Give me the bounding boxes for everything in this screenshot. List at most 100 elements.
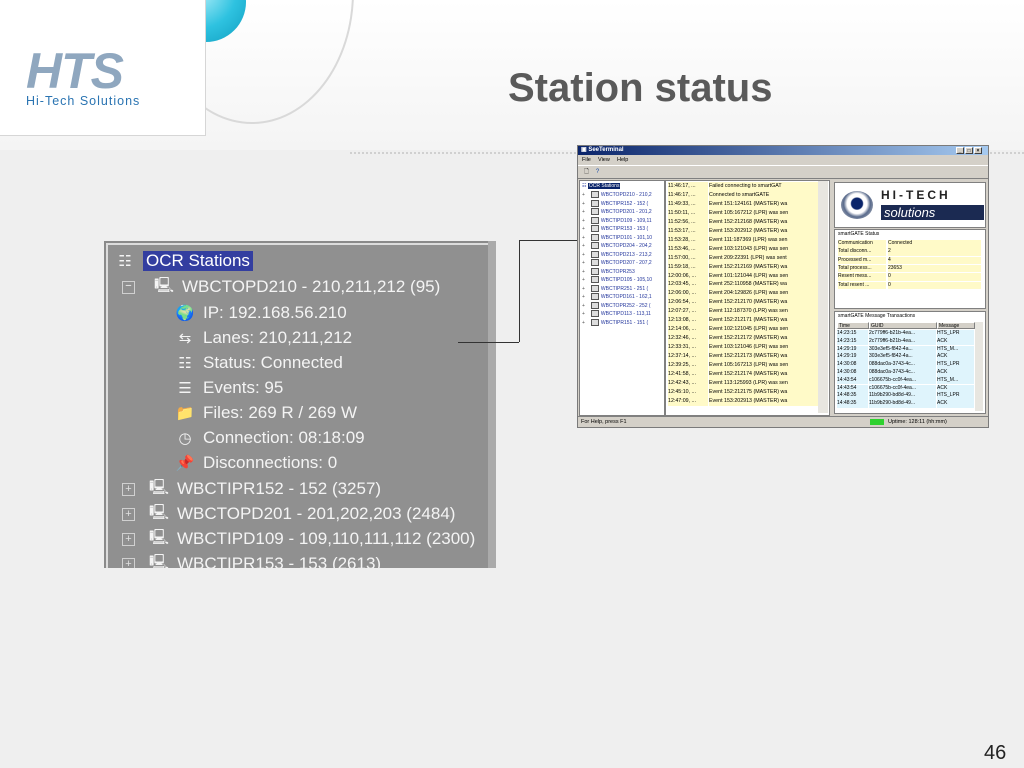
expand-icon[interactable]: + bbox=[122, 483, 135, 496]
menu-help[interactable]: Help bbox=[617, 156, 628, 164]
column-header-message[interactable]: Message bbox=[937, 322, 975, 329]
log-row[interactable]: 12:00:06, ... Event 101:121044 (LPR) was … bbox=[666, 271, 818, 281]
computer-icon: 🖳 bbox=[148, 503, 169, 521]
tree-station-mini[interactable]: + WBCTOPD207 - 207,2 bbox=[582, 259, 652, 268]
minimize-button[interactable]: _ bbox=[956, 147, 964, 154]
tree-station[interactable]: 🖳 WBCTIPD109 - 109,110,111,112 (2300) bbox=[148, 527, 475, 551]
tree-station[interactable]: 🖳 WBCTIPR152 - 152 (3257) bbox=[148, 477, 381, 501]
tree-station-expanded[interactable]: − 🖳 WBCTOPD210 - 210,211,212 (95) bbox=[122, 275, 440, 299]
brand-logo: HI-TECH solutions bbox=[834, 182, 986, 228]
station-detail-row[interactable]: ⇆ Lanes: 210,211,212 bbox=[174, 326, 352, 350]
expand-icon[interactable]: + bbox=[582, 320, 585, 326]
tree-station-mini[interactable]: + WBCTOPD213 - 213,2 bbox=[582, 250, 652, 260]
tree-station-mini[interactable]: + WBCTOPR253 bbox=[582, 267, 635, 277]
transactions-section-title: smartGATE Message Transactions bbox=[838, 313, 916, 319]
expand-icon[interactable]: + bbox=[582, 286, 585, 292]
expand-icon[interactable]: + bbox=[582, 201, 585, 207]
log-row[interactable]: 11:53:46, ... Event 103:121043 (LPR) was … bbox=[666, 244, 818, 254]
log-row[interactable]: 12:32:46, ... Event 152:212172 (MASTER) w… bbox=[666, 334, 818, 344]
log-row[interactable]: 12:06:54, ... Event 152:212170 (MASTER) w… bbox=[666, 298, 818, 308]
log-row[interactable]: 11:57:00, ... Event 209:22391 (LPR) was s… bbox=[666, 253, 818, 263]
help-icon[interactable]: ? bbox=[593, 168, 602, 176]
expand-icon[interactable]: + bbox=[582, 235, 585, 241]
log-row[interactable]: 12:03:45, ... Event 252:110958 (MASTER) w… bbox=[666, 280, 818, 290]
log-row[interactable]: 11:49:33, ... Event 151:124161 (MASTER) w… bbox=[666, 199, 818, 209]
expand-icon[interactable]: + bbox=[582, 303, 585, 309]
log-row[interactable]: 12:47:09, ... Event 153:202913 (MASTER) w… bbox=[666, 396, 818, 406]
column-header-guid[interactable]: GUID bbox=[869, 322, 937, 329]
log-row[interactable]: 12:06:00, ... Event 204:129826 (LPR) was … bbox=[666, 289, 818, 299]
computer-icon bbox=[590, 233, 599, 241]
tree-station-mini[interactable]: + WBCTOPD210 - 210,2 bbox=[582, 191, 652, 200]
collapse-icon[interactable]: − bbox=[122, 280, 135, 294]
maximize-button[interactable]: □ bbox=[965, 147, 973, 154]
log-row[interactable]: 11:59:18, ... Event 152:212169 (MASTER) w… bbox=[666, 262, 818, 272]
transactions-scrollbar[interactable] bbox=[975, 322, 983, 411]
station-detail-row[interactable]: ☰ Events: 95 bbox=[174, 376, 283, 400]
tree-station-mini[interactable]: + WBCTIPD113 - 113,11 bbox=[582, 310, 651, 319]
log-row[interactable]: 11:53:17, ... Event 153:202912 (MASTER) w… bbox=[666, 226, 818, 236]
window-titlebar[interactable]: ▣ SeeTerminal _ □ × bbox=[578, 146, 988, 155]
log-row[interactable]: 12:39:25, ... Event 105:167213 (LPR) was … bbox=[666, 361, 818, 370]
log-row[interactable]: 12:33:31, ... Event 103:121046 (LPR) was … bbox=[666, 343, 818, 353]
close-button[interactable]: × bbox=[974, 147, 982, 154]
expand-icon[interactable]: + bbox=[582, 252, 585, 258]
station-detail-row[interactable]: 📁 Files: 269 R / 269 W bbox=[174, 401, 357, 425]
expand-icon[interactable]: + bbox=[582, 226, 585, 232]
expand-icon[interactable]: + bbox=[582, 209, 585, 215]
tree-station-mini[interactable]: + WBCTIPR153 - 153 ( bbox=[582, 225, 648, 234]
tree-station-mini[interactable]: + WBCTIPD101 - 101,10 bbox=[582, 233, 652, 243]
menu-file[interactable]: File bbox=[582, 156, 591, 164]
log-row[interactable]: 12:42:43, ... Event 113:125993 (LPR) was … bbox=[666, 378, 818, 388]
expand-icon[interactable]: + bbox=[122, 558, 135, 568]
log-row[interactable]: 11:46:17, ... Connected to smartGATE bbox=[666, 190, 818, 200]
log-row[interactable]: 12:37:14, ... Event 152:212173 (MASTER) w… bbox=[666, 352, 818, 361]
tree-station-mini[interactable]: + WBCTOPR252 - 252 ( bbox=[582, 301, 651, 311]
expand-icon[interactable]: + bbox=[122, 508, 135, 521]
status-value: 2 bbox=[888, 248, 981, 256]
log-row[interactable]: 12:13:08, ... Event 152:212171 (MASTER) w… bbox=[666, 316, 818, 326]
tree-station-mini[interactable]: + WBCTIPR251 - 251 ( bbox=[582, 284, 648, 294]
station-detail-row[interactable]: ☷ Status: Connected bbox=[174, 351, 343, 375]
log-row[interactable]: 11:52:56, ... Event 152:212168 (MASTER) w… bbox=[666, 217, 818, 227]
expand-icon[interactable]: + bbox=[582, 269, 585, 275]
column-header-time[interactable]: Time bbox=[837, 322, 869, 329]
expand-icon[interactable]: + bbox=[582, 277, 585, 283]
log-time: 12:45:10, ... bbox=[668, 387, 708, 397]
station-detail-row[interactable]: 🌍 IP: 192.168.56.210 bbox=[174, 301, 347, 325]
station-detail-text: Connection: 08:18:09 bbox=[203, 428, 365, 447]
log-row[interactable]: 11:50:11, ... Event 105:167212 (LPR) was … bbox=[666, 208, 818, 218]
tree-root-mini[interactable]: ☷ OCR Stations bbox=[582, 182, 621, 191]
tree-station-mini[interactable]: + WBCTOPD201 - 201,2 bbox=[582, 208, 652, 217]
expand-icon[interactable]: + bbox=[582, 294, 585, 300]
expand-icon[interactable]: + bbox=[582, 192, 585, 198]
tree-station-mini[interactable]: + WBCTIPD109 - 109,11 bbox=[582, 216, 652, 226]
tree-station-mini[interactable]: + WBCTOPD204 - 204,2 bbox=[582, 242, 652, 251]
tree-station-mini[interactable]: + WBCTIPD105 - 105,10 bbox=[582, 276, 652, 285]
tree-station-mini[interactable]: + WBCTIPR151 - 151 ( bbox=[582, 318, 648, 328]
log-scrollbar[interactable] bbox=[818, 181, 828, 413]
tree-station-mini[interactable]: + WBCTIPR152 - 152 ( bbox=[582, 199, 648, 209]
expand-icon[interactable]: + bbox=[122, 533, 135, 546]
log-row[interactable]: 11:53:28, ... Event 111:187369 (LPR) was … bbox=[666, 235, 818, 245]
log-time: 12:00:06, ... bbox=[668, 271, 708, 281]
transaction-message: ACK bbox=[937, 337, 974, 346]
tree-station-mini[interactable]: + WBCTOPD161 - 162,1 bbox=[582, 293, 652, 302]
station-detail-row[interactable]: 📌 Disconnections: 0 bbox=[174, 451, 338, 475]
tree-root[interactable]: ☷ OCR Stations bbox=[114, 249, 253, 273]
new-document-icon[interactable]: 🗋 bbox=[582, 168, 591, 176]
expand-icon[interactable]: + bbox=[582, 243, 585, 249]
expand-icon[interactable]: + bbox=[582, 218, 585, 224]
expand-icon[interactable]: + bbox=[582, 311, 585, 317]
tree-scrollbar[interactable] bbox=[488, 241, 496, 568]
log-row[interactable]: 11:46:17, ... Failed connecting to smartG… bbox=[666, 182, 818, 191]
log-row[interactable]: 12:45:10, ... Event 152:212175 (MASTER) w… bbox=[666, 387, 818, 397]
expand-icon[interactable]: + bbox=[582, 260, 585, 266]
log-row[interactable]: 12:41:58, ... Event 152:212174 (MASTER) w… bbox=[666, 369, 818, 379]
tree-station[interactable]: 🖳 WBCTIPR153 - 153 (2613) bbox=[148, 552, 381, 569]
log-row[interactable]: 12:14:06, ... Event 102:121045 (LPR) was … bbox=[666, 325, 818, 335]
tree-station[interactable]: 🖳 WBCTOPD201 - 201,202,203 (2484) bbox=[148, 502, 455, 526]
station-detail-row[interactable]: ◷ Connection: 08:18:09 bbox=[174, 426, 365, 450]
menu-view[interactable]: View bbox=[598, 156, 610, 164]
log-row[interactable]: 12:07:27, ... Event 112:187370 (LPR) was … bbox=[666, 307, 818, 317]
